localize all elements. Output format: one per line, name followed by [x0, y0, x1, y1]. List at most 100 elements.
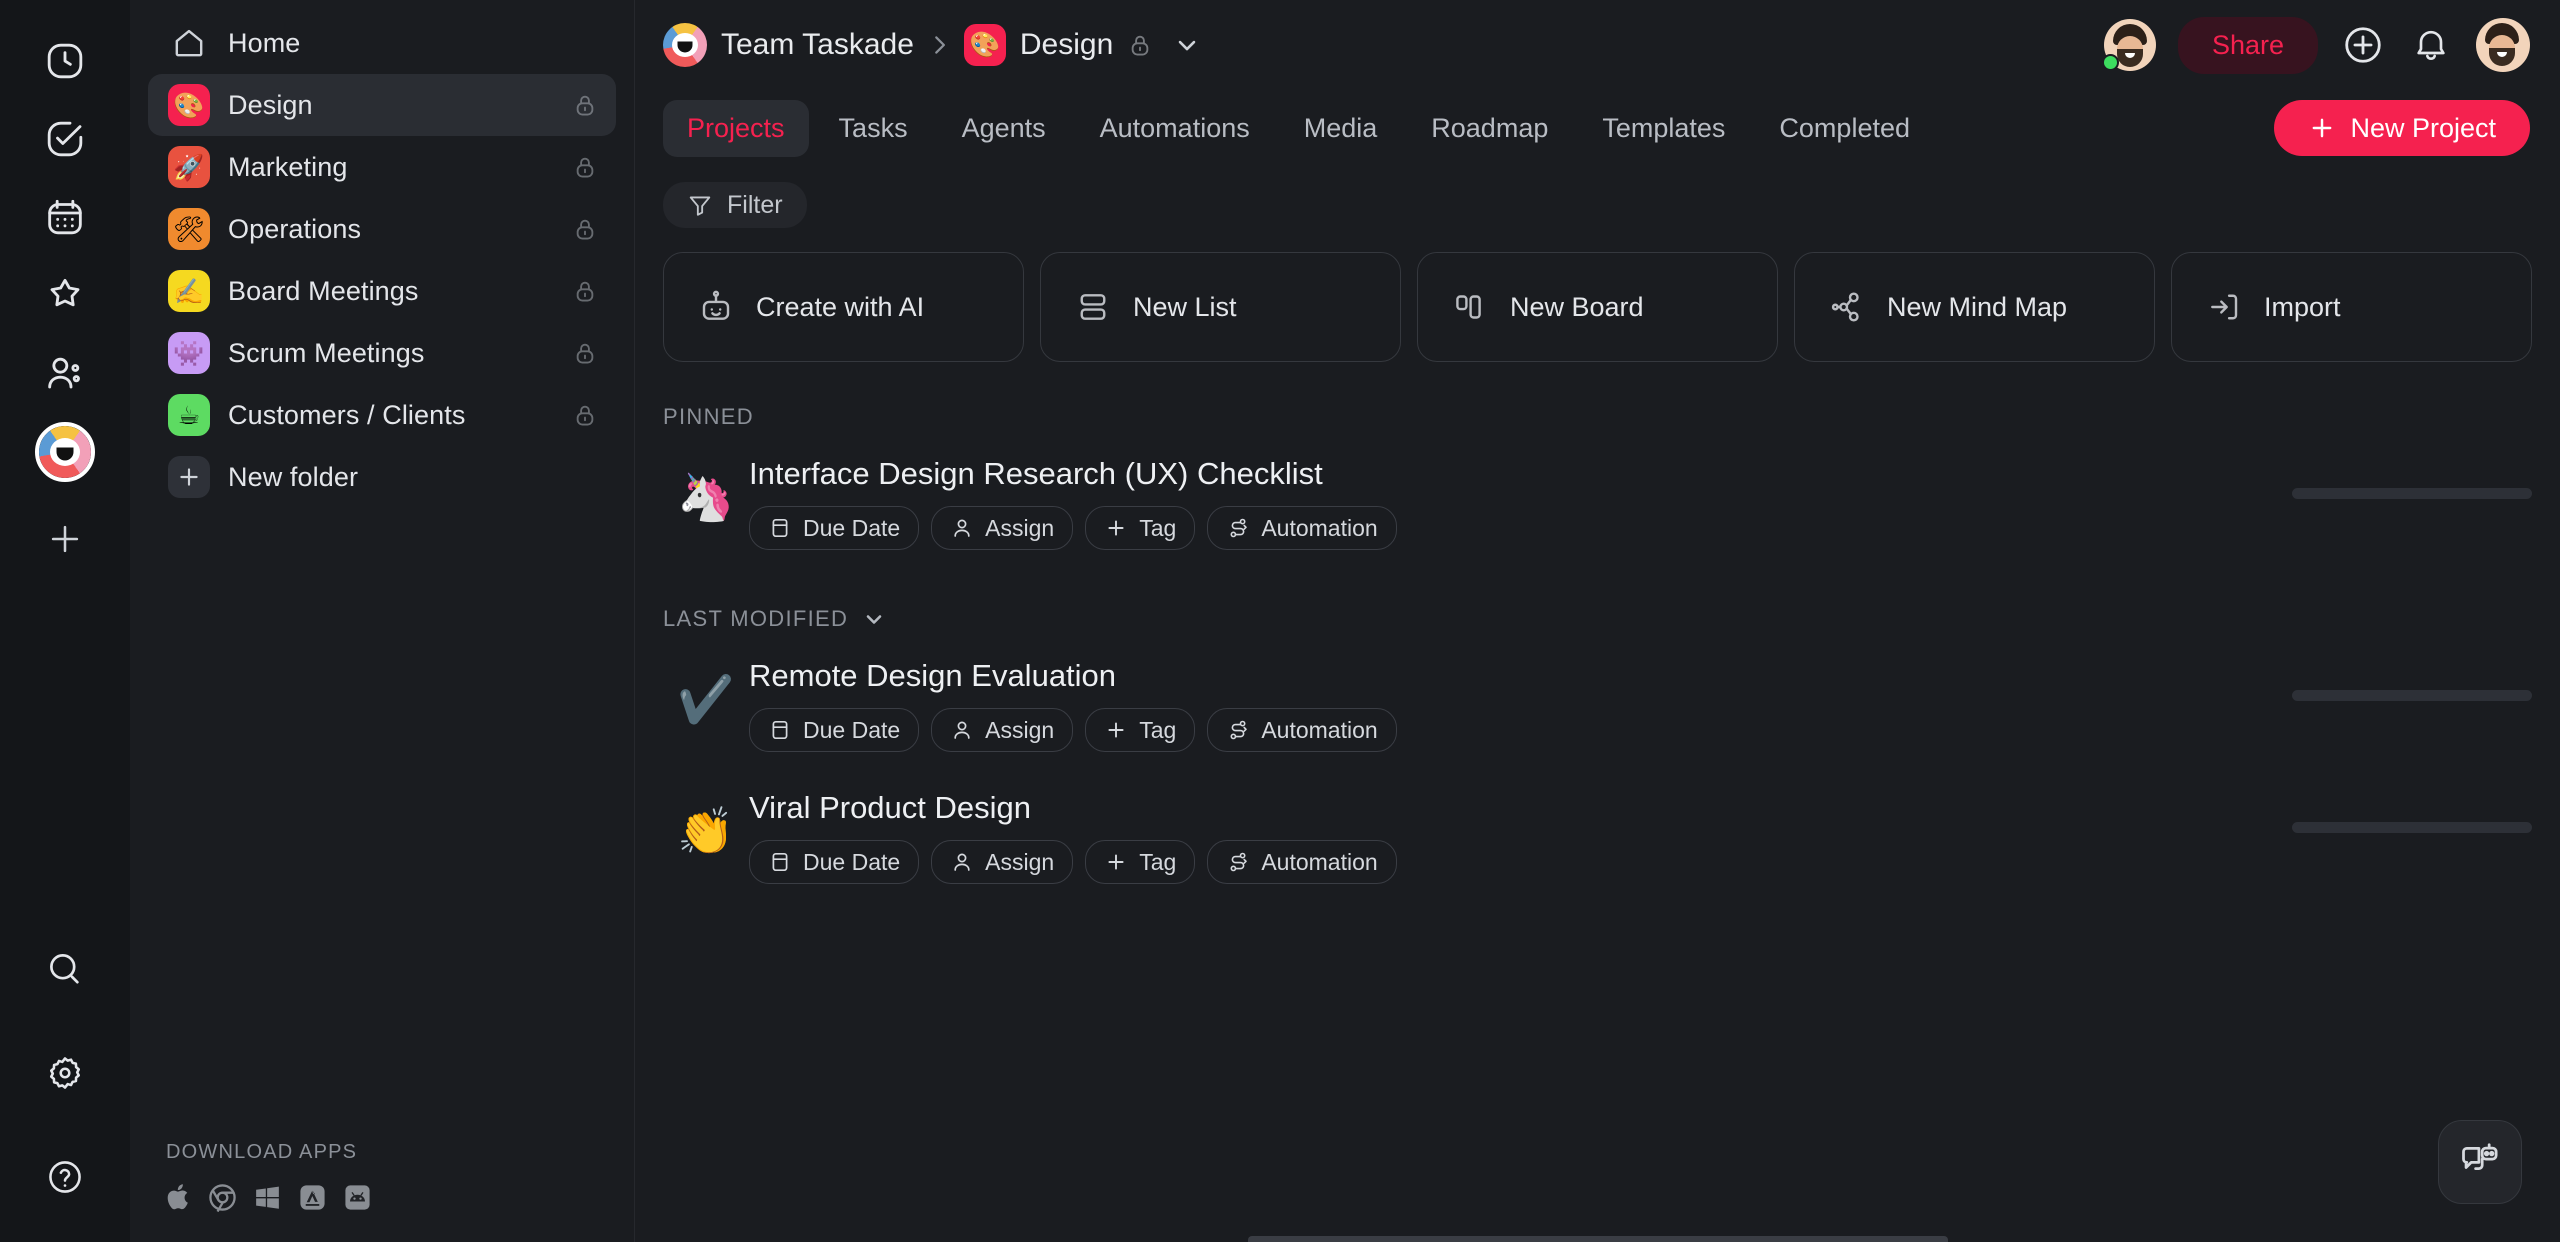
- help-icon[interactable]: [26, 1138, 104, 1216]
- sidebar-item-customers-clients[interactable]: ☕ Customers / Clients: [148, 384, 616, 446]
- project-row-interface-design-research[interactable]: 🦄 Interface Design Research (UX) Checkli…: [635, 452, 2560, 550]
- breadcrumb-workspace[interactable]: Team Taskade: [663, 23, 914, 67]
- new-board-label: New Board: [1510, 291, 1644, 322]
- sidebar-item-operations[interactable]: 🛠 Operations: [148, 198, 616, 260]
- sidebar-item-design[interactable]: 🎨 Design: [148, 74, 616, 136]
- breadcrumb-project[interactable]: 🎨 Design: [963, 24, 1201, 66]
- project-row-remote-design-evaluation[interactable]: ✔️ Remote Design Evaluation Due Date Ass…: [635, 654, 2560, 752]
- calendar-icon[interactable]: [26, 178, 104, 256]
- filter-button[interactable]: Filter: [663, 182, 807, 228]
- chrome-icon[interactable]: [208, 1183, 237, 1212]
- add-icon[interactable]: [2340, 22, 2386, 68]
- project-emoji: ✔️: [677, 672, 735, 726]
- chip-label: Automation: [1261, 514, 1378, 541]
- tab-media[interactable]: Media: [1280, 100, 1402, 157]
- create-with-ai-card[interactable]: Create with AI: [663, 252, 1024, 362]
- tab-roadmap[interactable]: Roadmap: [1407, 100, 1572, 157]
- new-project-button[interactable]: New Project: [2274, 100, 2530, 156]
- new-mind-map-label: New Mind Map: [1887, 291, 2068, 322]
- project-emoji: 🦄: [677, 470, 735, 524]
- chip-label: Due Date: [803, 716, 901, 743]
- project-row-viral-product-design[interactable]: 👏 Viral Product Design Due Date Assign T…: [635, 786, 2560, 884]
- assign-chip[interactable]: Assign: [931, 708, 1074, 752]
- create-cards-row: Create with AI New List New Board New Mi…: [635, 228, 2560, 362]
- chevron-down-icon[interactable]: [862, 607, 886, 631]
- sidebar-item-new-folder[interactable]: New folder: [148, 446, 616, 508]
- tab-projects[interactable]: Projects: [663, 99, 809, 157]
- calendar-icon: [768, 718, 792, 742]
- bell-icon[interactable]: [2408, 22, 2454, 68]
- presence-avatar[interactable]: [2101, 19, 2156, 71]
- appstore-icon[interactable]: [298, 1183, 327, 1212]
- windows-icon[interactable]: [253, 1183, 282, 1212]
- due-date-chip[interactable]: Due Date: [749, 840, 920, 884]
- assign-chip[interactable]: Assign: [931, 840, 1074, 884]
- progress-bar: [2292, 488, 2532, 499]
- progress-slot: [2232, 786, 2532, 833]
- workspace-logo-icon: [663, 23, 707, 67]
- tab-agents[interactable]: Agents: [938, 100, 1070, 157]
- top-bar-actions: Share: [2101, 16, 2530, 74]
- people-icon[interactable]: [26, 334, 104, 412]
- project-body: Interface Design Research (UX) Checklist…: [749, 452, 2232, 550]
- project-body: Viral Product Design Due Date Assign Tag…: [749, 786, 2232, 884]
- tag-chip[interactable]: Tag: [1085, 840, 1196, 884]
- tab-completed[interactable]: Completed: [1755, 100, 1934, 157]
- project-chips: Due Date Assign Tag Automation: [749, 840, 2232, 884]
- lock-icon: [572, 92, 598, 118]
- due-date-chip[interactable]: Due Date: [749, 506, 920, 550]
- tab-automations[interactable]: Automations: [1076, 100, 1274, 157]
- automation-chip[interactable]: Automation: [1207, 506, 1397, 550]
- import-card[interactable]: Import: [2171, 252, 2532, 362]
- rail-top-group: [26, 0, 104, 578]
- bottom-scroll-indicator[interactable]: [1247, 1236, 1948, 1242]
- automation-chip[interactable]: Automation: [1207, 840, 1397, 884]
- sidebar-item-marketing[interactable]: 🚀 Marketing: [148, 136, 616, 198]
- tab-tasks[interactable]: Tasks: [815, 100, 932, 157]
- tasks-icon[interactable]: [26, 100, 104, 178]
- automation-chip[interactable]: Automation: [1207, 708, 1397, 752]
- sidebar-item-home[interactable]: Home: [148, 12, 616, 74]
- new-mind-map-card[interactable]: New Mind Map: [1794, 252, 2155, 362]
- new-list-card[interactable]: New List: [1040, 252, 1401, 362]
- plus-icon: [1104, 718, 1128, 742]
- list-icon: [1075, 289, 1111, 325]
- tab-templates[interactable]: Templates: [1578, 100, 1749, 157]
- android-icon[interactable]: [343, 1183, 372, 1212]
- project-title: Interface Design Research (UX) Checklist: [749, 456, 1323, 491]
- lock-icon: [572, 340, 598, 366]
- tag-chip[interactable]: Tag: [1085, 506, 1196, 550]
- sidebar-item-label: Board Meetings: [228, 275, 419, 306]
- workspace-avatar-button[interactable]: [35, 422, 95, 482]
- last-modified-section-header[interactable]: LAST MODIFIED: [635, 606, 2560, 632]
- board-meetings-folder-emoji: ✍️: [168, 270, 210, 312]
- search-icon[interactable]: [26, 930, 104, 1008]
- add-workspace-button[interactable]: [26, 500, 104, 578]
- assign-chip[interactable]: Assign: [931, 506, 1074, 550]
- automation-icon: [1226, 850, 1250, 874]
- chevron-down-icon[interactable]: [1173, 31, 1201, 59]
- chip-label: Automation: [1261, 716, 1378, 743]
- user-avatar[interactable]: [2476, 18, 2530, 72]
- share-button[interactable]: Share: [2177, 16, 2318, 74]
- tab-bar: Projects Tasks Agents Automations Media …: [635, 90, 2560, 166]
- download-apps-section: DOWNLOAD APPS: [166, 1141, 372, 1212]
- apple-icon[interactable]: [166, 1182, 192, 1212]
- chip-label: Automation: [1261, 848, 1378, 875]
- online-status-dot: [2101, 54, 2119, 71]
- sidebar-item-scrum-meetings[interactable]: 👾 Scrum Meetings: [148, 322, 616, 384]
- import-label: Import: [2264, 291, 2341, 322]
- chip-label: Tag: [1139, 514, 1177, 541]
- star-icon[interactable]: [26, 256, 104, 334]
- lock-icon: [572, 216, 598, 242]
- sidebar-item-label: Marketing: [228, 151, 348, 182]
- lock-icon: [1127, 32, 1153, 58]
- tag-chip[interactable]: Tag: [1085, 708, 1196, 752]
- new-board-card[interactable]: New Board: [1417, 252, 1778, 362]
- ai-chat-button[interactable]: [2438, 1120, 2522, 1204]
- folder-list: Home 🎨 Design 🚀 Marketing 🛠 Operations ✍…: [130, 12, 634, 508]
- sidebar-item-board-meetings[interactable]: ✍️ Board Meetings: [148, 260, 616, 322]
- gear-icon[interactable]: [26, 1034, 104, 1112]
- due-date-chip[interactable]: Due Date: [749, 708, 920, 752]
- recent-icon[interactable]: [26, 22, 104, 100]
